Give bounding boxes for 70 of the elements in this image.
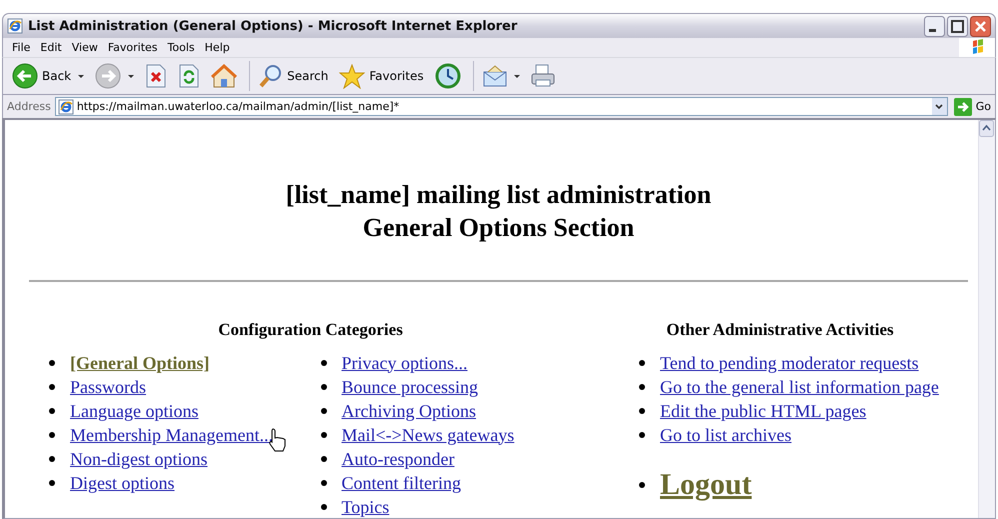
close-icon[interactable]	[970, 16, 991, 36]
admin-link[interactable]: Tend to pending moderator requests	[660, 352, 919, 374]
admin-link[interactable]: Go to list archives	[660, 424, 792, 446]
page-heading: General Options Section	[362, 212, 634, 244]
dropdown-icon	[935, 103, 944, 110]
category-link[interactable]: [General Options]	[70, 352, 210, 374]
bullet-icon	[639, 384, 645, 390]
menu-item[interactable]: Help	[200, 41, 235, 54]
menu-item[interactable]: File	[7, 41, 36, 54]
bullet-icon	[639, 360, 645, 366]
bullet-icon	[49, 480, 55, 486]
search-icon	[259, 64, 284, 88]
category-link[interactable]: Content filtering	[342, 472, 461, 494]
category-link[interactable]: Passwords	[70, 376, 146, 398]
menu-item[interactable]: View	[66, 41, 103, 54]
window-title: List Administration (General Options) - Microsoft Internet Explorer	[28, 18, 518, 34]
address-field[interactable]: https://mailman.uwaterloo.ca/mailman/admin/[list_name]*	[54, 97, 948, 116]
refresh-icon	[178, 64, 200, 88]
category-link[interactable]: Archiving Options	[342, 400, 476, 422]
bullet-icon	[639, 408, 645, 414]
back-icon	[12, 63, 38, 89]
stop-icon	[145, 64, 168, 88]
printer-icon	[530, 64, 555, 88]
bullet-icon	[320, 432, 326, 438]
menu-item[interactable]: Tools	[162, 41, 200, 54]
logout-link[interactable]: Logout	[660, 467, 752, 503]
admin-link[interactable]: Edit the public HTML pages	[660, 400, 866, 422]
category-link[interactable]: Language options	[70, 400, 198, 422]
bullet-icon	[320, 504, 326, 510]
category-link[interactable]: Privacy options...	[342, 352, 468, 374]
category-link[interactable]: Bounce processing	[342, 376, 478, 398]
category-link[interactable]: Non-digest options	[70, 448, 208, 470]
envelope-icon	[482, 64, 507, 88]
menu-item[interactable]: Favorites	[102, 41, 163, 54]
category-link[interactable]: Mail<->News gateways	[342, 424, 514, 446]
clock-icon	[434, 63, 461, 89]
star-icon	[339, 64, 366, 88]
bullet-icon	[49, 360, 55, 366]
category-link[interactable]: Digest options	[70, 472, 175, 494]
page-heading: [list_name] mailing list administration	[286, 179, 712, 211]
back-button[interactable]: Back	[8, 60, 88, 92]
bullet-icon	[320, 384, 326, 390]
favorites-button[interactable]: Favorites	[335, 60, 428, 92]
forward-icon	[95, 63, 122, 89]
maximize-icon[interactable]	[947, 16, 968, 36]
category-link[interactable]: Auto-responder	[342, 448, 454, 470]
bullet-icon	[49, 408, 55, 414]
go-button[interactable]: Go	[954, 98, 991, 116]
category-link[interactable]: Topics	[342, 496, 390, 518]
section-heading: Other Administrative Activities	[666, 320, 894, 340]
bullet-icon	[320, 360, 326, 366]
search-button[interactable]: Search	[255, 61, 332, 91]
bullet-icon	[49, 456, 55, 462]
windows-logo-icon	[959, 38, 995, 57]
menu-item[interactable]: Edit	[35, 41, 67, 54]
browser-icon	[7, 18, 23, 34]
address-label: Address	[7, 100, 51, 113]
bullet-icon	[49, 384, 55, 390]
bullet-icon	[320, 480, 326, 486]
bullet-icon	[49, 432, 55, 438]
admin-link[interactable]: Go to the general list information page	[660, 376, 939, 398]
bullet-icon	[639, 432, 645, 438]
category-link[interactable]: Membership Management...	[70, 424, 273, 446]
browser-icon	[58, 98, 74, 114]
bullet-icon	[320, 456, 326, 462]
bullet-icon	[320, 408, 326, 414]
minimize-icon[interactable]	[924, 16, 945, 36]
bullet-icon	[639, 482, 645, 488]
section-heading: Configuration Categories	[218, 320, 403, 340]
house-icon	[211, 64, 238, 88]
